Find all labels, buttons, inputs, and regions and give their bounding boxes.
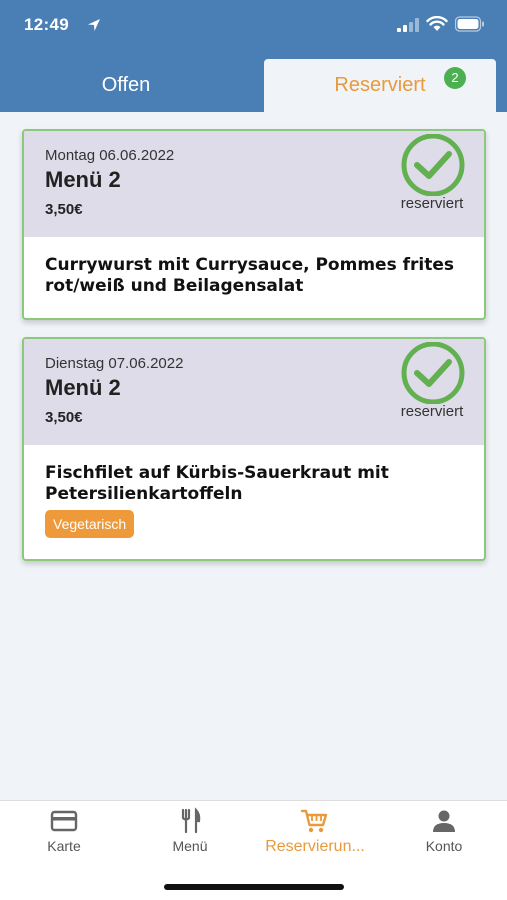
signal-icon	[397, 18, 419, 32]
card-header: Montag 06.06.2022 Menü 2 3,50€ reservier…	[24, 131, 484, 237]
card-description: Currywurst mit Currysauce, Pommes frites…	[45, 255, 454, 296]
status-time: 12:49	[24, 15, 69, 34]
card-price: 3,50€	[45, 409, 83, 426]
card-menu-title: Menü 2	[45, 375, 121, 400]
card-description: Fischfilet auf Kürbis-Sauerkraut mit Pet…	[45, 463, 389, 504]
status-bar: 12:49	[0, 0, 507, 54]
card-icon	[50, 810, 78, 832]
home-indicator[interactable]	[164, 884, 344, 890]
card-status: reserviert	[400, 195, 464, 212]
nav-label: Reservierun...	[265, 838, 365, 855]
card-menu-title: Menü 2	[45, 167, 121, 192]
nav-konto[interactable]: Konto	[394, 807, 494, 867]
reservation-card[interactable]: Montag 06.06.2022 Menü 2 3,50€ reservier…	[22, 129, 486, 320]
cart-icon	[300, 809, 328, 833]
card-date: Dienstag 07.06.2022	[45, 355, 184, 372]
nav-label: Karte	[47, 838, 81, 854]
reserved-count-badge: 2	[444, 67, 466, 89]
card-header: Dienstag 07.06.2022 Menü 2 3,50€ reservi…	[24, 339, 484, 445]
card-date: Montag 06.06.2022	[45, 147, 175, 164]
battery-icon	[455, 16, 484, 32]
card-status: reserviert	[400, 403, 464, 420]
nav-label: Konto	[425, 838, 463, 854]
vegetarian-tag: Vegetarisch	[45, 510, 135, 538]
tab-offen[interactable]: Offen	[0, 59, 252, 112]
nav-reservierungen[interactable]: Reservierun...	[252, 807, 378, 867]
cutlery-icon	[181, 807, 201, 834]
person-icon	[433, 810, 455, 832]
location-arrow-icon	[88, 19, 100, 31]
nav-karte[interactable]: Karte	[14, 807, 114, 867]
nav-menu[interactable]: Menü	[140, 807, 240, 867]
check-circle-icon	[401, 342, 465, 404]
card-price: 3,50€	[45, 201, 83, 218]
check-circle-icon	[401, 134, 465, 196]
nav-label: Menü	[172, 838, 208, 854]
wifi-icon	[426, 16, 448, 31]
reservation-card[interactable]: Dienstag 07.06.2022 Menü 2 3,50€ reservi…	[22, 337, 486, 561]
